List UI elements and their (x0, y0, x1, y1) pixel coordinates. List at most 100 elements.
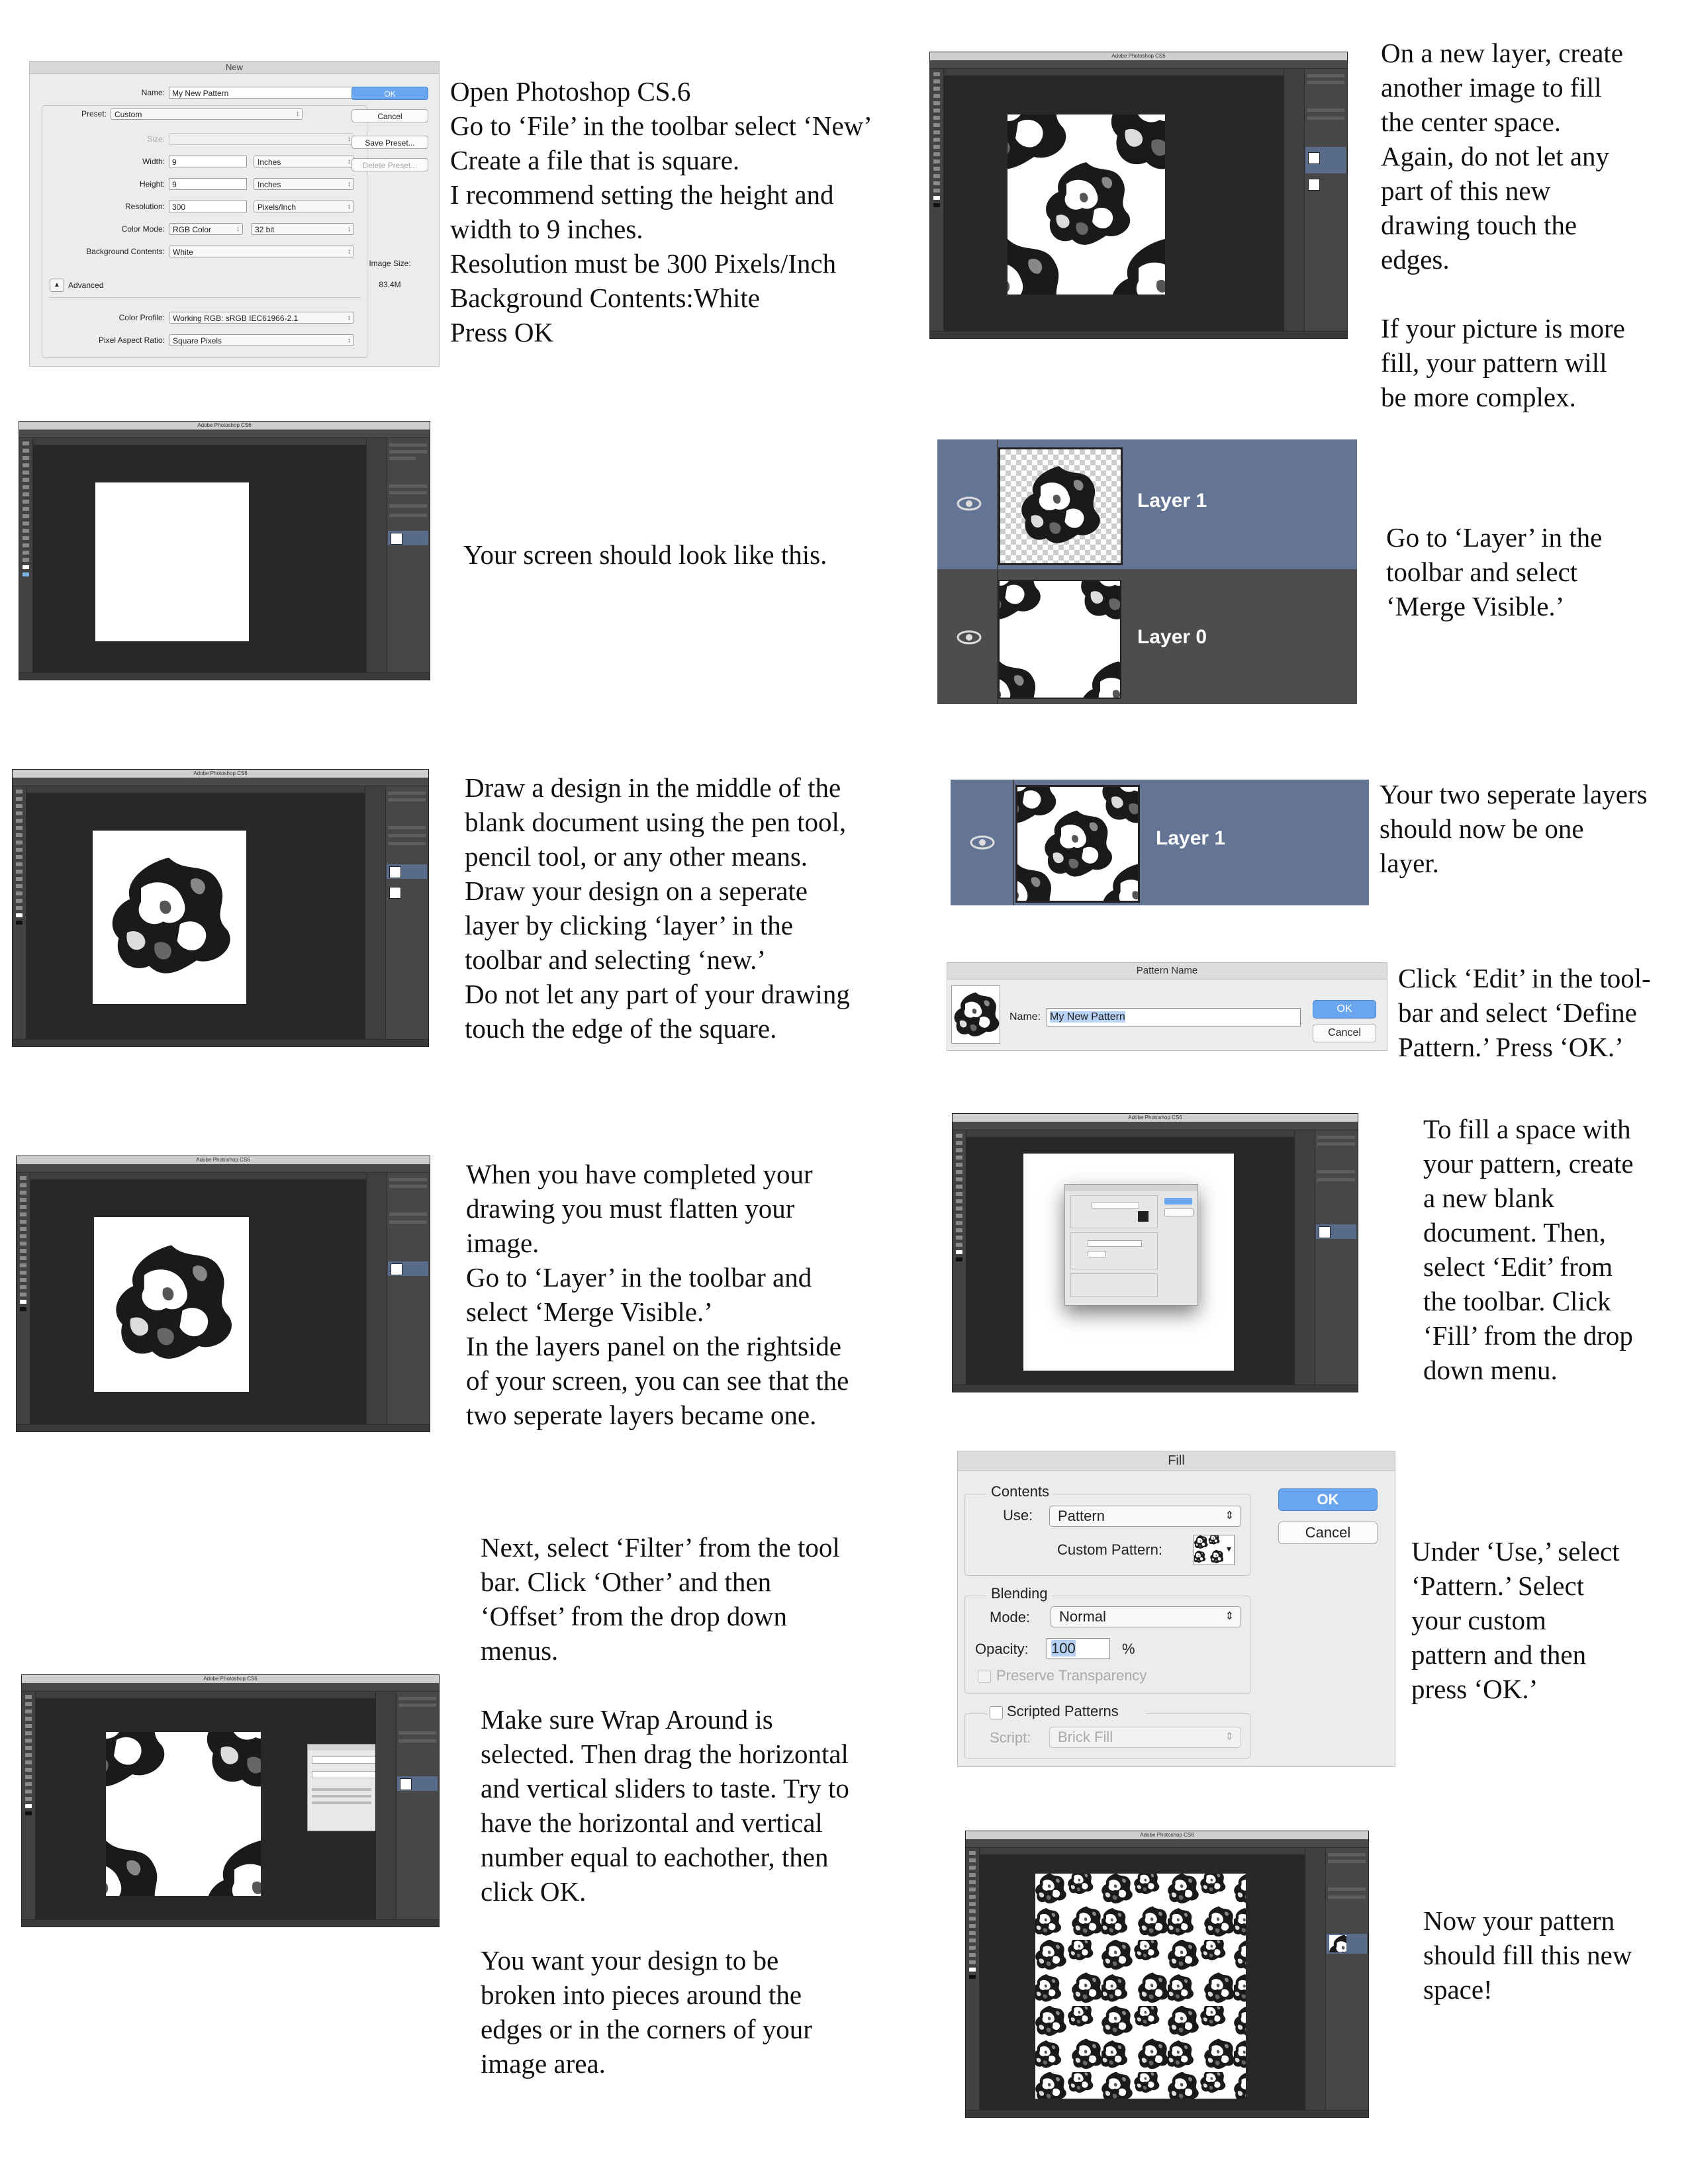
instruction-line: Your two seperate layers (1380, 779, 1648, 809)
instruction-line: When you have completed your (466, 1159, 813, 1189)
instruction-line: Pattern.’ Press ‘OK.’ (1398, 1032, 1624, 1062)
bit-depth-select[interactable]: 32 bit (251, 223, 354, 236)
cancel-button[interactable]: Cancel (352, 109, 428, 122)
canvas-area (36, 1699, 422, 1920)
layer-row-layer-0[interactable]: Layer 0 (937, 570, 1357, 704)
status-bar (966, 2110, 1368, 2117)
preserve-transparency-checkbox[interactable] (978, 1670, 991, 1683)
instruction-line: edges or in the corners of your (481, 2014, 812, 2044)
instruction-line: should fill this new (1423, 1940, 1632, 1970)
ok-button[interactable]: OK (352, 87, 428, 100)
pattern-preview (951, 985, 1000, 1044)
background-contents-select[interactable]: White (169, 246, 354, 258)
canvas-area (26, 794, 365, 1040)
resolution-unit-select[interactable]: Pixels/Inch (254, 201, 354, 213)
window-title: Adobe Photoshop CS6 (966, 1831, 1368, 1839)
instruction-line: pencil tool, or any other means. (465, 841, 808, 872)
cancel-button[interactable]: Cancel (1278, 1522, 1378, 1544)
cancel-button[interactable]: Cancel (1313, 1024, 1376, 1042)
document-canvas[interactable] (1008, 114, 1165, 295)
canvas-area (966, 1138, 1294, 1385)
status-bar (13, 1039, 428, 1046)
width-field[interactable]: 9 (169, 156, 247, 167)
layer-row-layer-1[interactable]: Layer 1 (937, 439, 1357, 569)
color-profile-label: Color Profile: (118, 313, 165, 322)
contents-label: Contents (987, 1483, 1054, 1500)
instruction-line: Press OK (450, 317, 554, 347)
instruction-line: bar and select ‘Define (1398, 997, 1637, 1028)
width-unit-select[interactable]: Inches (254, 156, 354, 168)
mode-select[interactable]: Normal ⇕ (1051, 1606, 1241, 1627)
name-label: Name: (1009, 1011, 1041, 1023)
step-7-text: Go to ‘Layer’ in the toolbar and select ‘M… (1386, 520, 1602, 623)
window-title: Adobe Photoshop CS6 (13, 770, 428, 778)
size-label: Size: (147, 134, 165, 144)
ok-button[interactable]: OK (1313, 1000, 1376, 1019)
instruction-line: Now your pattern (1423, 1905, 1615, 1936)
document-canvas[interactable] (95, 482, 249, 641)
pattern-filled-canvas[interactable] (1035, 1874, 1246, 2099)
script-select[interactable]: Brick Fill ⇕ (1049, 1727, 1241, 1748)
fill-dialog-small (1064, 1184, 1198, 1306)
instruction-line: edges. (1381, 244, 1450, 275)
use-select[interactable]: Pattern ⇕ (1049, 1506, 1241, 1527)
document-tabs (945, 69, 1284, 76)
background-contents-label: Background Contents: (86, 247, 165, 256)
scripted-patterns-label: Scripted Patterns (1007, 1703, 1119, 1719)
tools-panel (22, 1692, 36, 1920)
instruction-line: click OK. (481, 1876, 586, 1907)
instruction-line: ‘Offset’ from the drop down (481, 1601, 788, 1631)
select-arrows-icon: ⇕ (1225, 1611, 1234, 1622)
height-unit-select[interactable]: Inches (254, 178, 354, 191)
size-select[interactable] (169, 133, 354, 146)
layers-panel-two-layers: Layer 1 Layer 0 (937, 439, 1357, 704)
scripted-patterns-checkbox[interactable] (990, 1706, 1003, 1719)
eye-icon[interactable] (956, 630, 982, 645)
document-canvas[interactable] (93, 831, 246, 1004)
custom-pattern-picker[interactable]: ▾ (1194, 1535, 1235, 1565)
instruction-line: Your screen should look like this. (463, 539, 827, 570)
layer-thumbnail (1329, 1935, 1346, 1952)
instruction-line: Create a file that is square. (450, 145, 740, 175)
pixel-aspect-select[interactable]: Square Pixels (169, 334, 354, 347)
document-canvas[interactable] (106, 1732, 261, 1896)
resolution-label: Resolution: (124, 202, 165, 211)
resolution-field[interactable]: 300 (169, 201, 247, 212)
instruction-line: Go to ‘Layer’ in the toolbar and (466, 1262, 812, 1293)
photoshop-blank-canvas-screenshot: Adobe Photoshop CS6 (19, 421, 430, 680)
color-profile-select[interactable]: Working RGB: sRGB IEC61966-2.1 (169, 312, 354, 324)
instruction-line: Under ‘Use,’ select (1411, 1536, 1620, 1567)
instruction-line: I recommend setting the height and (450, 179, 834, 210)
advanced-toggle-icon[interactable]: ▲ (50, 279, 64, 292)
instruction-line: Again, do not let any (1381, 141, 1610, 171)
height-field[interactable]: 9 (169, 178, 247, 190)
divider (50, 297, 361, 298)
preset-select[interactable]: Custom (111, 108, 303, 120)
instruction-line: the toolbar. Click (1423, 1286, 1611, 1316)
opacity-field[interactable]: 100 (1047, 1638, 1110, 1659)
eye-icon[interactable] (969, 835, 996, 850)
instruction-line: Click ‘Edit’ in the tool- (1398, 963, 1651, 993)
width-label: Width: (142, 157, 165, 166)
photoshop-second-drawing-screenshot: Adobe Photoshop CS6 (929, 52, 1348, 339)
save-preset-button[interactable]: Save Preset... (352, 136, 428, 149)
script-select-value: Brick Fill (1058, 1729, 1113, 1745)
eye-icon[interactable] (956, 496, 982, 511)
color-mode-select[interactable]: RGB Color (169, 223, 243, 236)
opacity-label: Opacity: (975, 1641, 1029, 1657)
advanced-label: Advanced (68, 281, 104, 290)
layer-row-layer-1[interactable]: Layer 1 (951, 780, 1369, 905)
pattern-name-field[interactable]: My New Pattern (1047, 1008, 1301, 1026)
delete-preset-button[interactable]: Delete Preset... (352, 158, 428, 171)
instruction-line: press ‘OK.’ (1411, 1674, 1538, 1704)
offset-design-piece (106, 1841, 165, 1896)
image-size-value: 83.4M (379, 280, 401, 289)
right-panels (365, 786, 428, 1040)
pattern-swatch (1194, 1535, 1223, 1565)
instruction-line: image. (466, 1228, 539, 1258)
dialog-title: Fill (958, 1451, 1395, 1471)
center-design (1046, 162, 1131, 245)
document-canvas[interactable] (94, 1217, 249, 1392)
name-field[interactable]: My New Pattern (169, 87, 364, 99)
ok-button[interactable]: OK (1278, 1488, 1378, 1511)
